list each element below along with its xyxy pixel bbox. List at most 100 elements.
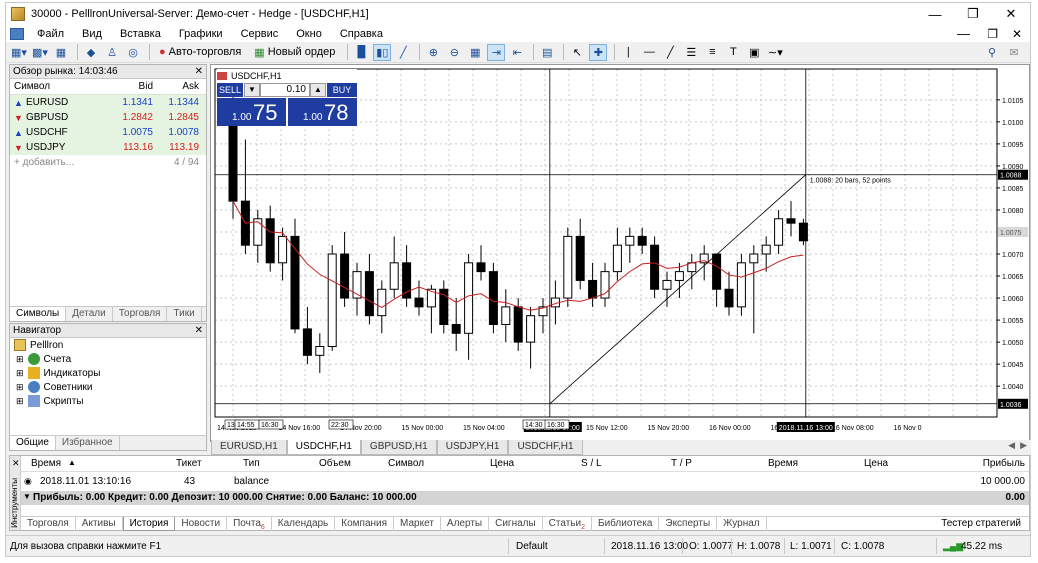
tab-calendar[interactable]: Календарь [272, 517, 336, 531]
col-volume[interactable]: Объем [319, 458, 351, 469]
tab-experts[interactable]: Эксперты [659, 517, 718, 531]
candlestick-icon[interactable]: ▮▯ [373, 43, 392, 61]
col-ticket[interactable]: Тикет [176, 458, 202, 469]
crosshair-icon[interactable]: ✚ [589, 43, 608, 61]
tab-common[interactable]: Общие [10, 436, 56, 450]
tab-articles[interactable]: Статьи2 [543, 517, 592, 531]
sell-button[interactable]: SELL [217, 83, 243, 97]
tab-library[interactable]: Библиотека [592, 517, 660, 531]
shapes-icon[interactable]: ∼▾ [766, 44, 784, 61]
tab-exposure[interactable]: Активы [76, 517, 123, 531]
auto-scroll-icon[interactable]: ⇥ [487, 43, 506, 61]
col-close-price[interactable]: Цена [864, 458, 888, 469]
auto-trading-button[interactable]: ● Авто-торговля [154, 44, 246, 61]
tab-ticks[interactable]: Тики [167, 307, 202, 321]
tab-trading[interactable]: Торговля [113, 307, 168, 321]
chart-tab-eurusd[interactable]: EURUSD,H1 [211, 440, 287, 455]
new-chart-icon[interactable]: ▦▾ [10, 44, 28, 61]
tab-mailbox[interactable]: Почта6 [227, 517, 272, 531]
list-item[interactable]: ▼ GBPUSD 1.2842 1.2845 [10, 110, 206, 125]
vertical-line-icon[interactable]: | [619, 44, 637, 61]
col-sl[interactable]: S / L [581, 458, 602, 469]
volume-up-icon[interactable]: ▲ [310, 83, 326, 97]
volume-input[interactable]: 0.10 [260, 83, 310, 97]
navigator-root[interactable]: Pelllron [10, 338, 206, 352]
tab-journal[interactable]: Журнал [717, 517, 767, 531]
status-profile[interactable]: Default [516, 541, 548, 552]
col-price[interactable]: Цена [490, 458, 514, 469]
col-tp[interactable]: T / P [671, 458, 692, 469]
minimize-icon[interactable]: — [916, 3, 954, 25]
indicators-icon[interactable]: ▤ [538, 44, 556, 61]
cursor-icon[interactable]: ↖ [568, 44, 586, 61]
add-symbol-row[interactable]: + добавить... 4 / 94 [10, 155, 206, 170]
navigator-item-indicators[interactable]: ⊞ Индикаторы [10, 366, 206, 380]
col-symbol[interactable]: Символ [388, 458, 424, 469]
maximize-icon[interactable]: ❐ [954, 3, 992, 25]
menu-file[interactable]: Файл [28, 28, 73, 40]
navigator-item-experts[interactable]: ⊞ Советники [10, 380, 206, 394]
col-type[interactable]: Тип [243, 458, 260, 469]
chart-window[interactable]: 1.0105 1.0100 1.0095 1.0090 1.0085 1.0080 1.00… [210, 64, 1030, 442]
market-watch-icon[interactable]: ▦ [52, 44, 70, 61]
tab-symbols[interactable]: Символы [10, 307, 67, 321]
tab-news[interactable]: Новости [175, 517, 228, 531]
tabs-right-icon[interactable]: ▶ [1020, 440, 1027, 451]
signals-icon[interactable]: ◎ [124, 44, 142, 61]
chart-tab-usdchf[interactable]: USDCHF,H1 [286, 440, 361, 455]
label-icon[interactable]: ▣ [745, 44, 763, 61]
menu-charts[interactable]: Графики [170, 28, 232, 40]
tab-alerts[interactable]: Алерты [441, 517, 490, 531]
terminal-icon[interactable]: ♙ [103, 44, 121, 61]
buy-price-box[interactable]: 1.00 78 [288, 98, 357, 126]
buy-button[interactable]: BUY [327, 83, 357, 97]
horizontal-line-icon[interactable]: — [640, 44, 658, 61]
list-item[interactable]: ▲ USDCHF 1.0075 1.0078 [10, 125, 206, 140]
menu-insert[interactable]: Вставка [111, 28, 170, 40]
strategy-tester-button[interactable]: Тестер стратегий [941, 518, 1021, 529]
chart-tab-usdchf-2[interactable]: USDCHF,H1 [508, 440, 583, 455]
tab-market[interactable]: Маркет [394, 517, 441, 531]
table-row[interactable]: ◉ 2018.11.01 13:10:16 43 balance 10 000.… [21, 474, 1029, 489]
panel-close-icon[interactable]: ✕ [195, 65, 203, 78]
mdi-restore-icon[interactable]: ❐ [987, 27, 998, 41]
chart-tab-gbpusd[interactable]: GBPUSD,H1 [360, 440, 437, 455]
tab-history[interactable]: История [122, 517, 176, 531]
channel-icon[interactable]: ☰ [682, 44, 700, 61]
new-order-button[interactable]: ▦ Новый ордер [249, 44, 340, 61]
line-chart-icon[interactable]: ╱ [394, 44, 412, 61]
menu-window[interactable]: Окно [287, 28, 331, 40]
volume-down-icon[interactable]: ▼ [244, 83, 260, 97]
col-close-time[interactable]: Время [768, 458, 798, 469]
tab-details[interactable]: Детали [66, 307, 113, 321]
tabs-left-icon[interactable]: ◀ [1008, 440, 1015, 451]
mdi-close-icon[interactable]: ✕ [1012, 27, 1022, 41]
tab-trade[interactable]: Торговля [21, 517, 76, 531]
navigator-item-accounts[interactable]: ⊞ Счета [10, 352, 206, 366]
close-icon[interactable]: ✕ [992, 3, 1030, 25]
fibonacci-icon[interactable]: ≡ [703, 44, 721, 61]
chart-window-icon[interactable] [10, 27, 24, 40]
list-item[interactable]: ▼ USDJPY 113.16 113.19 [10, 140, 206, 155]
col-profit[interactable]: Прибыль [983, 458, 1025, 469]
bar-chart-icon[interactable]: █ [352, 44, 370, 61]
navigator-item-scripts[interactable]: ⊞ Скрипты [10, 394, 206, 408]
search-icon[interactable]: ⚲ [983, 44, 1001, 61]
profiles-icon[interactable]: ▩▾ [31, 44, 49, 61]
list-item[interactable]: ▲ EURUSD 1.1341 1.1344 [10, 95, 206, 110]
tile-windows-icon[interactable]: ▦ [466, 44, 484, 61]
trendline-icon[interactable]: ╱ [661, 44, 679, 61]
menu-help[interactable]: Справка [331, 28, 392, 40]
col-time[interactable]: Время [31, 458, 61, 469]
text-icon[interactable]: T [724, 44, 742, 61]
menu-view[interactable]: Вид [73, 28, 111, 40]
tab-company[interactable]: Компания [335, 517, 395, 531]
sell-price-box[interactable]: 1.00 75 [217, 98, 286, 126]
terminal-close-icon[interactable]: ✕ [12, 458, 20, 469]
tab-favorites[interactable]: Избранное [56, 436, 120, 450]
status-ping[interactable]: 45.22 ms [961, 541, 1002, 552]
chart-shift-icon[interactable]: ⇤ [508, 44, 526, 61]
navigator-icon[interactable]: ◆ [82, 44, 100, 61]
mdi-minimize-icon[interactable]: — [957, 26, 970, 41]
zoom-in-icon[interactable]: ⊕ [424, 44, 442, 61]
